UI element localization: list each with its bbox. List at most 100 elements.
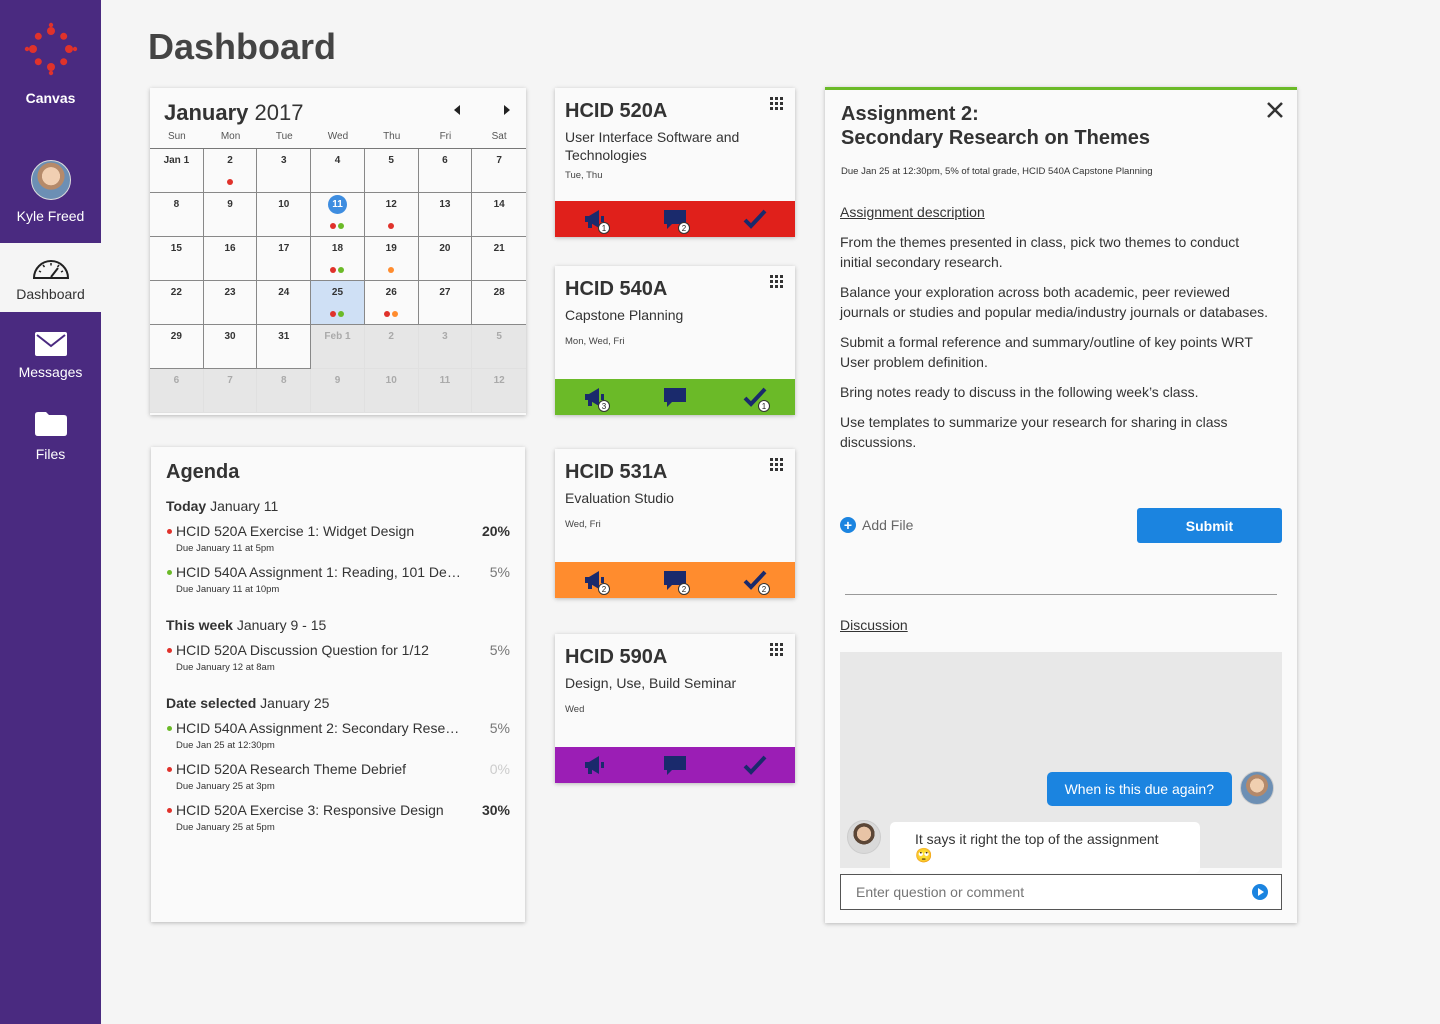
course-card[interactable]: HCID 520A User Interface Software and Tec… [555, 88, 795, 237]
calendar-day[interactable]: 8 [150, 193, 204, 237]
calendar-day[interactable]: 25 [311, 281, 365, 325]
calendar-day[interactable]: 4 [311, 149, 365, 193]
course-card[interactable]: HCID 531A Evaluation Studio Wed, Fri 2 2 2 [555, 449, 795, 598]
calendar-day[interactable]: 12 [472, 369, 526, 413]
weekday-label: Mon [220, 131, 241, 142]
user-name: Kyle Freed [16, 208, 85, 224]
agenda-item[interactable]: HCID 520A Exercise 1: Widget Design Due J… [166, 523, 510, 554]
calendar-day[interactable]: Jan 1 [150, 149, 204, 193]
calendar-day[interactable]: 11 [418, 369, 473, 413]
calendar-day[interactable]: 10 [257, 193, 312, 237]
assignments-icon[interactable] [743, 208, 767, 230]
calendar-day[interactable]: 28 [472, 281, 526, 325]
calendar-day-number: 23 [224, 287, 236, 298]
course-card[interactable]: HCID 540A Capstone Planning Mon, Wed, Fri 3… [555, 266, 795, 415]
grid-menu-icon[interactable] [770, 275, 783, 288]
nav-files[interactable]: Files [0, 412, 101, 462]
assignments-icon[interactable]: 2 [743, 569, 770, 595]
calendar-day[interactable]: 27 [418, 281, 473, 325]
calendar-day-number: Jan 1 [163, 155, 190, 166]
notification-badge: 1 [758, 400, 770, 412]
calendar-day[interactable]: 7 [203, 369, 258, 413]
calendar-day-number: 30 [224, 331, 236, 342]
canvas-logo-link[interactable]: Canvas [0, 22, 101, 106]
calendar-day-number: 3 [281, 155, 287, 166]
calendar-day-number: 10 [385, 375, 397, 386]
calendar-day[interactable]: 21 [472, 237, 526, 281]
agenda-item[interactable]: HCID 520A Exercise 3: Responsive Design D… [166, 802, 510, 833]
event-dots [311, 309, 364, 320]
calendar-day[interactable]: 5 [364, 149, 419, 193]
announcements-icon[interactable]: 1 [583, 208, 610, 234]
calendar-day[interactable]: 9 [311, 369, 365, 413]
calendar-day[interactable]: 6 [418, 149, 473, 193]
send-icon[interactable] [1252, 884, 1268, 900]
calendar-day[interactable]: 2 [203, 149, 258, 193]
announcements-icon[interactable]: 3 [583, 386, 610, 412]
announcements-icon[interactable] [583, 754, 607, 776]
calendar-day[interactable]: 10 [364, 369, 419, 413]
calendar-day[interactable]: 23 [203, 281, 258, 325]
calendar-day[interactable]: 15 [150, 237, 204, 281]
close-icon[interactable] [1265, 100, 1285, 120]
assignments-icon[interactable] [743, 754, 767, 776]
comment-input[interactable] [840, 874, 1282, 910]
description-paragraph: From the themes presented in class, pick… [840, 234, 1240, 270]
calendar-day[interactable]: 3 [418, 325, 473, 369]
calendar-day[interactable]: 29 [150, 325, 204, 369]
assignments-icon[interactable]: 1 [743, 386, 770, 412]
grid-menu-icon[interactable] [770, 97, 783, 110]
discussions-icon[interactable] [663, 754, 687, 776]
calendar-day[interactable]: 22 [150, 281, 204, 325]
calendar-day[interactable]: 6 [150, 369, 204, 413]
calendar-day[interactable]: Feb 1 [311, 325, 365, 369]
calendar-day[interactable]: 20 [418, 237, 473, 281]
agenda-item[interactable]: HCID 540A Assignment 2: Secondary Resear… [166, 720, 510, 751]
calendar-day[interactable]: 18 [311, 237, 365, 281]
calendar-day[interactable]: 31 [257, 325, 312, 369]
discussions-icon[interactable] [663, 386, 687, 408]
calendar-day-number: 11 [327, 195, 347, 214]
calendar-day[interactable]: 8 [257, 369, 312, 413]
chevron-left-icon[interactable] [450, 102, 464, 118]
course-card[interactable]: HCID 590A Design, Use, Build Seminar Wed [555, 634, 795, 783]
submit-button[interactable]: Submit [1137, 508, 1282, 543]
nav-messages[interactable]: Messages [0, 332, 101, 380]
calendar-day[interactable]: 11 [311, 193, 365, 237]
calendar-day[interactable]: 13 [418, 193, 473, 237]
calendar-day[interactable]: 16 [203, 237, 258, 281]
calendar-day[interactable]: 17 [257, 237, 312, 281]
page-title: Dashboard [148, 26, 337, 67]
course-code: HCID 531A [565, 461, 668, 483]
calendar-day[interactable]: 14 [472, 193, 526, 237]
nav-dashboard-label: Dashboard [16, 286, 85, 302]
discussions-icon[interactable]: 2 [663, 569, 690, 595]
grid-menu-icon[interactable] [770, 458, 783, 471]
calendar-day[interactable]: 26 [364, 281, 419, 325]
calendar-day[interactable]: 2 [364, 325, 419, 369]
grid-menu-icon[interactable] [770, 643, 783, 656]
discussions-icon[interactable]: 2 [663, 208, 690, 234]
calendar-day[interactable]: 12 [364, 193, 419, 237]
calendar-day[interactable]: 9 [203, 193, 258, 237]
description-paragraph: Bring notes ready to discuss in the foll… [840, 384, 1199, 400]
calendar-day[interactable]: 5 [472, 325, 526, 369]
calendar-day-number: 25 [331, 287, 344, 298]
agenda-item[interactable]: HCID 540A Assignment 1: Reading, 101 Des… [166, 564, 510, 595]
calendar-day[interactable]: 7 [472, 149, 526, 193]
event-dot [330, 223, 337, 229]
chevron-right-icon[interactable] [500, 102, 514, 118]
agenda-item[interactable]: HCID 520A Discussion Question for 1/12 Du… [166, 642, 510, 673]
nav-account[interactable]: Kyle Freed [0, 160, 101, 224]
calendar-day-number: 10 [278, 199, 290, 210]
calendar-day[interactable]: 24 [257, 281, 312, 325]
calendar-day[interactable]: 19 [364, 237, 419, 281]
calendar-day[interactable]: 30 [203, 325, 258, 369]
announcements-icon[interactable]: 2 [583, 569, 610, 595]
agenda-item-due: Due January 11 at 10pm [176, 584, 280, 595]
add-file-button[interactable]: + Add File [840, 517, 913, 533]
course-color-dot [167, 808, 172, 813]
calendar-day[interactable]: 3 [257, 149, 312, 193]
nav-dashboard[interactable]: Dashboard [0, 243, 101, 312]
agenda-item[interactable]: HCID 520A Research Theme Debrief Due Janu… [166, 761, 510, 792]
